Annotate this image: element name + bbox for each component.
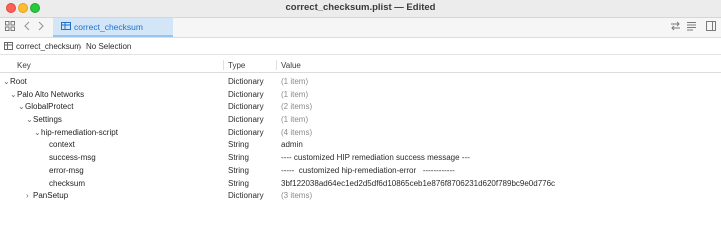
row-value: (1 item) [281, 77, 309, 86]
path-bar: correct_checksum 〉 No Selection [0, 38, 721, 55]
window-title: correct_checksum.plist — Edited [285, 2, 436, 13]
disclosure-closed-icon[interactable]: › [26, 191, 29, 201]
row-type[interactable]: Dictionary [228, 191, 264, 201]
row-key: error-msg [49, 165, 84, 175]
row-key: Palo Alto Networks [17, 89, 85, 99]
plist-outline: ⌄ Root Dictionary (1 item) ⌄ Palo Alto N… [0, 76, 721, 203]
row-value[interactable]: admin [281, 140, 303, 150]
plist-row[interactable]: › PanSetup Dictionary (3 items) [0, 190, 721, 203]
plist-row[interactable]: ⌄ Palo Alto Networks Dictionary (1 item) [0, 89, 721, 102]
row-value[interactable]: ----- customized hip-remediation-error -… [281, 166, 455, 176]
chevron-left-icon[interactable] [23, 21, 31, 35]
row-key: context [49, 140, 75, 150]
disclosure-open-icon[interactable]: ⌄ [3, 77, 10, 87]
row-value: (3 items) [281, 191, 313, 201]
list-format-icon[interactable] [686, 21, 697, 35]
key-column-header[interactable]: Key [17, 61, 31, 70]
table-icon [61, 22, 71, 30]
row-key: checksum [49, 178, 86, 188]
value-column-header[interactable]: Value [281, 61, 301, 70]
row-type[interactable]: Dictionary [228, 102, 264, 112]
row-type[interactable]: String [228, 153, 249, 163]
chevron-right-icon[interactable] [37, 21, 45, 35]
disclosure-open-icon[interactable]: ⌄ [26, 115, 33, 125]
row-key: PanSetup [33, 191, 69, 201]
path-separator: 〉 [78, 43, 86, 52]
row-type[interactable]: Dictionary [228, 115, 264, 125]
row-type[interactable]: String [228, 140, 249, 150]
plist-row[interactable]: success-msg String ---- customized HIP r… [0, 152, 721, 165]
row-key: Root [10, 77, 27, 86]
plist-row[interactable]: ⌄ GlobalProtect Dictionary (2 items) [0, 101, 721, 114]
row-value: (4 items) [281, 127, 313, 137]
plist-row[interactable]: context String admin [0, 139, 721, 152]
row-key: hip-remediation-script [41, 127, 118, 137]
plist-row[interactable]: ⌄ hip-remediation-script Dictionary (4 i… [0, 127, 721, 140]
row-key: GlobalProtect [25, 102, 74, 112]
row-value: (2 items) [281, 102, 313, 112]
disclosure-open-icon[interactable]: ⌄ [10, 90, 17, 100]
plist-row[interactable]: ⌄ Root Dictionary (1 item) [0, 76, 721, 89]
document-tab-label: correct_checksum [74, 22, 143, 32]
plist-row[interactable]: error-msg String ----- customized hip-re… [0, 165, 721, 178]
row-value: (1 item) [281, 115, 309, 125]
row-value: (1 item) [281, 89, 309, 99]
type-column-header[interactable]: Type [228, 61, 245, 70]
row-type[interactable]: String [228, 179, 249, 189]
table-icon [4, 42, 13, 50]
row-value[interactable]: ---- customized HIP remediation success … [281, 153, 470, 163]
row-key: success-msg [49, 153, 96, 163]
sidebar-grid-icon[interactable] [5, 21, 15, 35]
row-type[interactable]: String [228, 166, 249, 176]
row-key: Settings [33, 115, 62, 125]
inspector-panel-icon[interactable] [706, 21, 716, 35]
path-file[interactable]: correct_checksum [16, 42, 81, 51]
row-type[interactable]: Dictionary [228, 128, 264, 138]
path-selection[interactable]: No Selection [86, 42, 131, 51]
swap-arrows-icon[interactable] [670, 21, 681, 35]
plist-row[interactable]: checksum String 3bf122038ad64ec1ed2d5df6… [0, 178, 721, 191]
row-type[interactable]: Dictionary [228, 90, 264, 100]
document-tab[interactable]: correct_checksum [53, 18, 173, 37]
disclosure-open-icon[interactable]: ⌄ [34, 128, 41, 138]
disclosure-open-icon[interactable]: ⌄ [18, 102, 25, 112]
row-value[interactable]: 3bf122038ad64ec1ed2d5df6d10865ceb1e876f8… [281, 179, 555, 189]
row-type[interactable]: Dictionary [228, 77, 264, 87]
title-bar: correct_checksum.plist — Edited [0, 0, 721, 18]
column-divider[interactable] [223, 60, 224, 70]
column-header: Key Type Value [0, 58, 721, 73]
column-divider[interactable] [276, 60, 277, 70]
toolbar: correct_checksum [0, 18, 721, 38]
plist-row[interactable]: ⌄ Settings Dictionary (1 item) [0, 114, 721, 127]
